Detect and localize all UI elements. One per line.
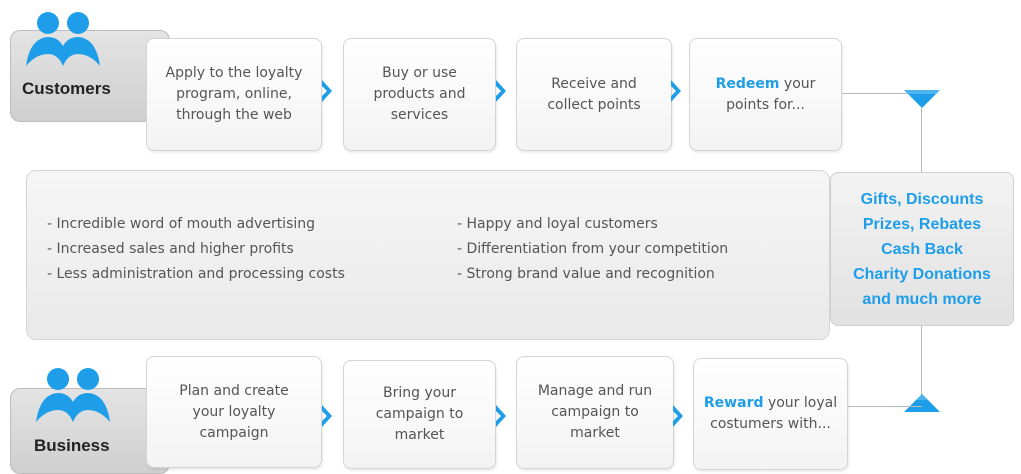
chevron-right-icon	[322, 405, 332, 427]
benefit-item: - Happy and loyal customers	[457, 216, 658, 232]
triangle-up-icon	[904, 394, 940, 412]
benefit-item: - Strong brand value and recognition	[457, 266, 715, 282]
benefits-right-list: - Happy and loyal customers - Differenti…	[457, 212, 728, 287]
reward-highlight: Reward	[703, 395, 764, 411]
rewards-panel: Gifts, Discounts Prizes, Rebates Cash Ba…	[830, 172, 1014, 326]
customer-step-apply: Apply to the loyalty program, online, th…	[146, 38, 322, 151]
chevron-right-icon	[673, 405, 683, 427]
reward-item: and much more	[862, 290, 982, 308]
bottom-vertical-line	[921, 326, 922, 402]
benefit-item: - Incredible word of mouth advertising	[47, 216, 316, 232]
business-step-plan-text: Plan and create your loyalty campaign	[179, 382, 289, 441]
redeem-highlight: Redeem	[715, 75, 780, 92]
benefit-item: - Increased sales and higher profits	[47, 241, 294, 257]
customer-step-collect: Receive and collect points	[516, 38, 672, 151]
business-step-bring: Bring your campaign to market	[343, 360, 496, 469]
customer-step-buy-text: Buy or use products and services	[373, 65, 466, 123]
benefit-item: - Differentiation from your competition	[457, 241, 729, 257]
business-label: Business	[34, 436, 110, 455]
business-step-reward-text: Reward your loyal costumers with...	[695, 393, 847, 435]
chevron-right-icon	[322, 80, 332, 102]
triangle-down-icon	[904, 90, 940, 108]
business-step-plan: Plan and create your loyalty campaign	[146, 356, 322, 468]
chevron-right-icon	[671, 80, 681, 102]
customer-step-redeem-text: Redeem your points for...	[698, 74, 834, 116]
bottom-connector-line	[848, 406, 922, 407]
business-step-reward: Reward your loyal costumers with...	[693, 358, 848, 470]
customer-step-apply-text: Apply to the loyalty program, online, th…	[165, 65, 303, 123]
reward-item: Prizes, Rebates	[862, 215, 982, 233]
reward-item: Gifts, Discounts	[860, 190, 984, 208]
chevron-right-icon	[496, 405, 506, 427]
people-group-icon	[26, 12, 100, 66]
business-step-manage-text: Manage and run campaign to market	[537, 383, 653, 441]
benefit-item: - Less administration and processing cos…	[47, 266, 345, 282]
customers-label: Customers	[22, 79, 111, 98]
benefits-left-list: - Incredible word of mouth advertising -…	[47, 212, 345, 287]
chevron-right-icon	[496, 80, 506, 102]
people-group-icon	[36, 368, 110, 422]
customer-step-redeem: Redeem your points for...	[689, 38, 842, 151]
reward-item: Cash Back	[881, 240, 963, 258]
customer-step-buy: Buy or use products and services	[343, 38, 496, 151]
customer-step-collect-text: Receive and collect points	[547, 75, 641, 113]
business-step-manage: Manage and run campaign to market	[516, 356, 674, 469]
business-step-bring-text: Bring your campaign to market	[375, 385, 464, 443]
top-vertical-line	[921, 108, 922, 172]
reward-item: Charity Donations	[853, 265, 991, 283]
